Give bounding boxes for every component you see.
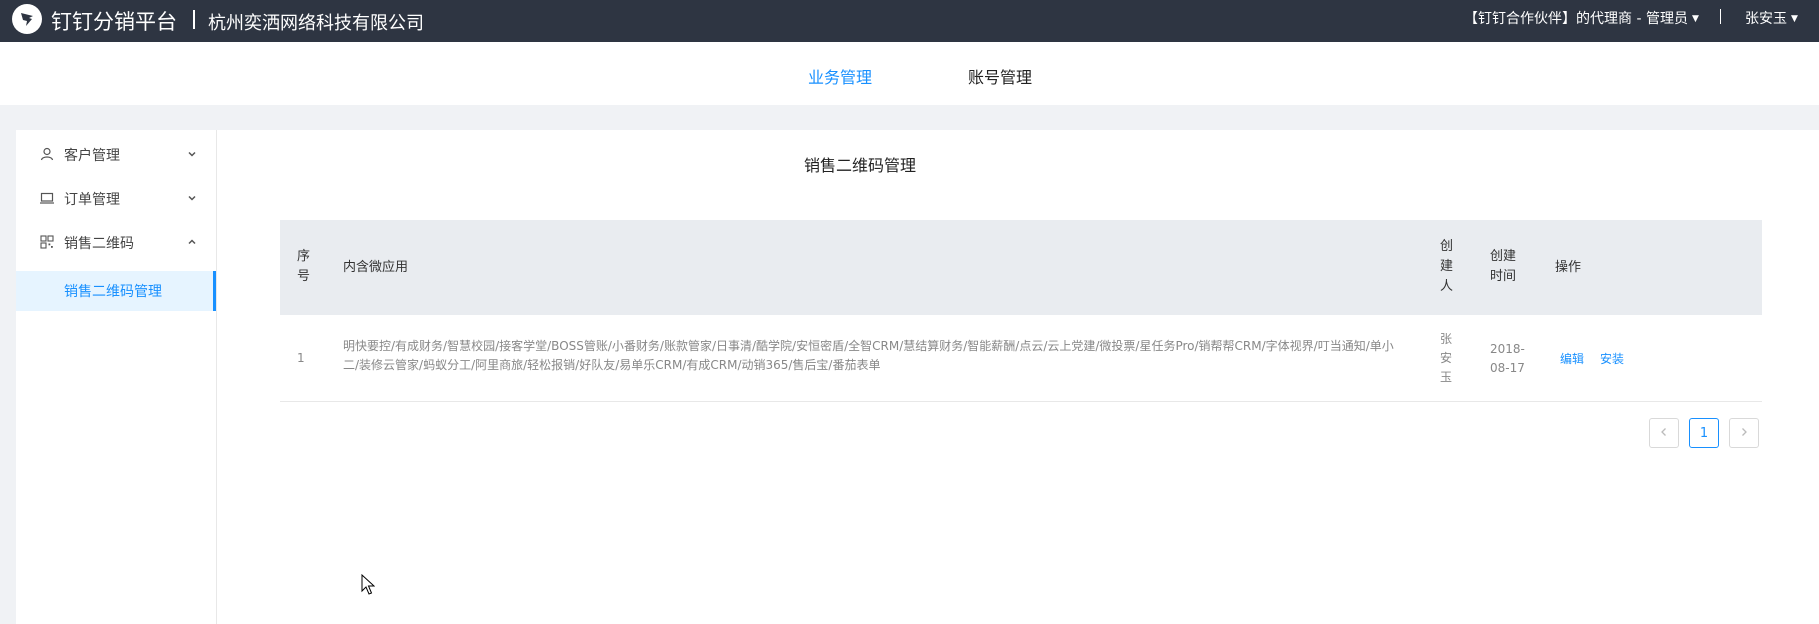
sidebar-subitem-label: 销售二维码管理 xyxy=(64,284,162,300)
install-link[interactable]: 安装 xyxy=(1600,350,1624,367)
user-name: 张安玉 xyxy=(1745,11,1787,27)
chevron-up-icon xyxy=(186,233,198,245)
user-icon xyxy=(40,146,54,161)
chevron-right-icon xyxy=(1739,426,1749,441)
tab-business-management[interactable]: 业务管理 xyxy=(808,64,872,88)
sidebar-item-customers[interactable]: 客户管理 xyxy=(16,134,216,174)
role-label: 【钉钉合作伙伴】的代理商 - 管理员 xyxy=(1464,11,1688,27)
qrcode-icon xyxy=(40,234,54,249)
next-page-button[interactable] xyxy=(1729,418,1759,448)
table-header: 序号 内含微应用 创建人 创建时间 操作 xyxy=(280,220,1762,315)
table-row: 1 明快要控/有成财务/智慧校园/接客学堂/BOSS管账/小番财务/账款管家/日… xyxy=(280,315,1762,402)
page-number-button[interactable]: 1 xyxy=(1689,418,1719,448)
row-apps: 明快要控/有成财务/智慧校园/接客学堂/BOSS管账/小番财务/账款管家/日事清… xyxy=(343,339,1394,372)
column-header-apps: 内含微应用 xyxy=(343,260,409,275)
column-header-actions: 操作 xyxy=(1555,260,1582,275)
top-bar: 钉钉分销平台 杭州奕洒网络科技有限公司 【钉钉合作伙伴】的代理商 - 管理员 ▼ … xyxy=(0,0,1819,42)
dingtalk-logo-icon xyxy=(12,4,42,34)
tab-account-management[interactable]: 账号管理 xyxy=(968,64,1032,88)
company-name: 杭州奕洒网络科技有限公司 xyxy=(208,13,424,34)
column-header-creator: 创建人 xyxy=(1440,239,1454,294)
header-divider xyxy=(1720,9,1721,24)
main-content: 销售二维码管理 序号 内含微应用 创建人 创建时间 操作 1 明快要控/有成财务… xyxy=(217,130,1819,624)
sidebar: 客户管理 订单管理 销售二维码 销售二维码管理 xyxy=(16,130,217,624)
laptop-icon xyxy=(40,190,54,204)
main-nav: 业务管理 账号管理 xyxy=(0,42,1819,105)
chevron-down-icon xyxy=(186,189,198,201)
edit-link[interactable]: 编辑 xyxy=(1560,350,1584,367)
brand-separator xyxy=(193,10,195,29)
sidebar-item-label: 客户管理 xyxy=(64,148,120,164)
caret-down-icon: ▼ xyxy=(1791,14,1798,24)
column-header-index: 序号 xyxy=(297,249,311,284)
mouse-pointer-icon xyxy=(361,573,376,596)
chevron-left-icon xyxy=(1659,426,1669,441)
role-dropdown[interactable]: 【钉钉合作伙伴】的代理商 - 管理员 ▼ xyxy=(1464,8,1699,28)
sidebar-item-sales-qrcode[interactable]: 销售二维码 xyxy=(16,222,216,262)
brand-name: 钉钉分销平台 xyxy=(51,10,177,34)
sidebar-subitem-qrcode-management[interactable]: 销售二维码管理 xyxy=(16,271,216,311)
sidebar-item-orders[interactable]: 订单管理 xyxy=(16,178,216,218)
sidebar-item-label: 销售二维码 xyxy=(64,236,134,252)
user-dropdown[interactable]: 张安玉 ▼ xyxy=(1745,8,1798,28)
sidebar-item-label: 订单管理 xyxy=(64,192,120,208)
row-created-time: 2018-08-17 xyxy=(1490,342,1525,375)
prev-page-button[interactable] xyxy=(1649,418,1679,448)
page-title: 销售二维码管理 xyxy=(804,156,917,175)
row-creator: 张安玉 xyxy=(1440,332,1453,384)
row-index: 1 xyxy=(297,351,305,365)
chevron-down-icon xyxy=(186,145,198,157)
caret-down-icon: ▼ xyxy=(1691,14,1699,24)
column-header-created-time: 创建时间 xyxy=(1490,249,1517,284)
